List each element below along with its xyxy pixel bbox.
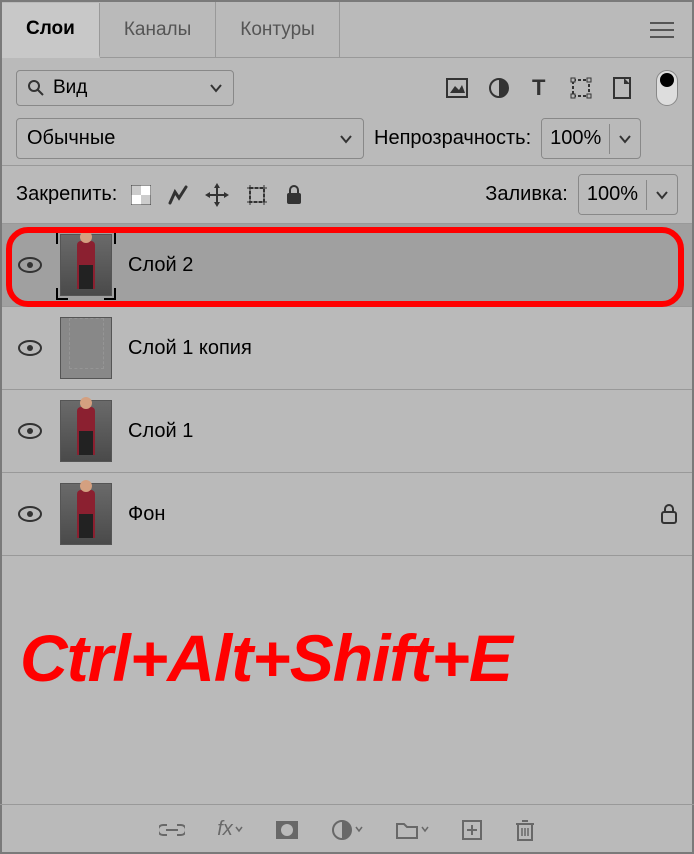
visibility-icon[interactable]: [16, 506, 44, 522]
fill-label: Заливка:: [485, 183, 568, 206]
filter-smartobject-icon[interactable]: [612, 76, 632, 100]
lock-artboard-icon[interactable]: [245, 183, 269, 207]
svg-text:T: T: [532, 77, 546, 99]
fill-input[interactable]: 100%: [578, 174, 678, 215]
visibility-icon[interactable]: [16, 423, 44, 439]
bottom-toolbar: fx: [0, 804, 694, 854]
adjustment-icon[interactable]: [331, 819, 363, 841]
fx-icon[interactable]: fx: [217, 818, 243, 841]
layer-row[interactable]: Слой 1 копия: [2, 307, 692, 390]
search-icon: [27, 79, 45, 97]
blend-mode-select[interactable]: Обычные: [16, 118, 364, 159]
blend-mode-value: Обычные: [27, 127, 115, 150]
lock-label: Закрепить:: [16, 183, 117, 206]
chevron-down-icon[interactable]: [609, 124, 640, 154]
chevron-down-icon: [339, 132, 353, 146]
filter-shape-icon[interactable]: [570, 77, 592, 99]
layer-name: Слой 2: [128, 254, 193, 277]
opacity-label: Непрозрачность:: [374, 127, 531, 150]
tab-channels[interactable]: Каналы: [100, 2, 216, 57]
tab-paths[interactable]: Контуры: [216, 2, 340, 57]
layer-thumbnail[interactable]: [60, 317, 112, 379]
layer-thumbnail[interactable]: [60, 234, 112, 296]
tab-layers[interactable]: Слои: [2, 3, 100, 58]
fill-value: 100%: [579, 175, 646, 214]
lock-position-icon[interactable]: [205, 183, 229, 207]
visibility-icon[interactable]: [16, 340, 44, 356]
layers-list: Слой 2 Слой 1 копия Слой 1 Фон: [2, 224, 692, 556]
delete-icon[interactable]: [515, 818, 535, 842]
annotation-shortcut: Ctrl+Alt+Shift+E: [20, 620, 512, 696]
toggle-dot: [660, 73, 674, 87]
link-icon[interactable]: [159, 823, 185, 837]
lock-transparency-icon[interactable]: [131, 185, 151, 205]
panel-tabs: Слои Каналы Контуры: [2, 2, 692, 58]
filter-label: Вид: [53, 77, 87, 99]
filter-adjustment-icon[interactable]: [488, 77, 510, 99]
layer-row[interactable]: Фон: [2, 473, 692, 556]
panel-menu-icon[interactable]: [650, 21, 674, 39]
chevron-down-icon[interactable]: [646, 180, 677, 210]
filter-dropdown[interactable]: Вид: [16, 70, 234, 106]
opacity-value: 100%: [542, 119, 609, 158]
group-icon[interactable]: [395, 820, 429, 840]
blend-opacity-row: Обычные Непрозрачность: 100%: [2, 118, 692, 165]
lock-image-icon[interactable]: [167, 184, 189, 206]
lock-icon: [660, 503, 678, 525]
lock-fill-row: Закрепить: Заливка: 100%: [2, 165, 692, 224]
layer-row[interactable]: Слой 2: [2, 224, 692, 307]
chevron-down-icon: [209, 81, 223, 95]
mask-icon[interactable]: [275, 820, 299, 840]
filter-toggle[interactable]: [656, 70, 678, 106]
layer-thumbnail[interactable]: [60, 400, 112, 462]
layer-name: Слой 1: [128, 420, 193, 443]
layer-name: Фон: [128, 503, 165, 526]
new-layer-icon[interactable]: [461, 819, 483, 841]
visibility-icon[interactable]: [16, 257, 44, 273]
filter-pixel-icon[interactable]: [446, 78, 468, 98]
filter-type-icon[interactable]: T: [530, 77, 550, 99]
opacity-input[interactable]: 100%: [541, 118, 641, 159]
layer-row[interactable]: Слой 1: [2, 390, 692, 473]
layer-thumbnail[interactable]: [60, 483, 112, 545]
layer-filter-row: Вид T: [2, 58, 692, 118]
layer-name: Слой 1 копия: [128, 337, 252, 360]
lock-all-icon[interactable]: [285, 184, 303, 206]
